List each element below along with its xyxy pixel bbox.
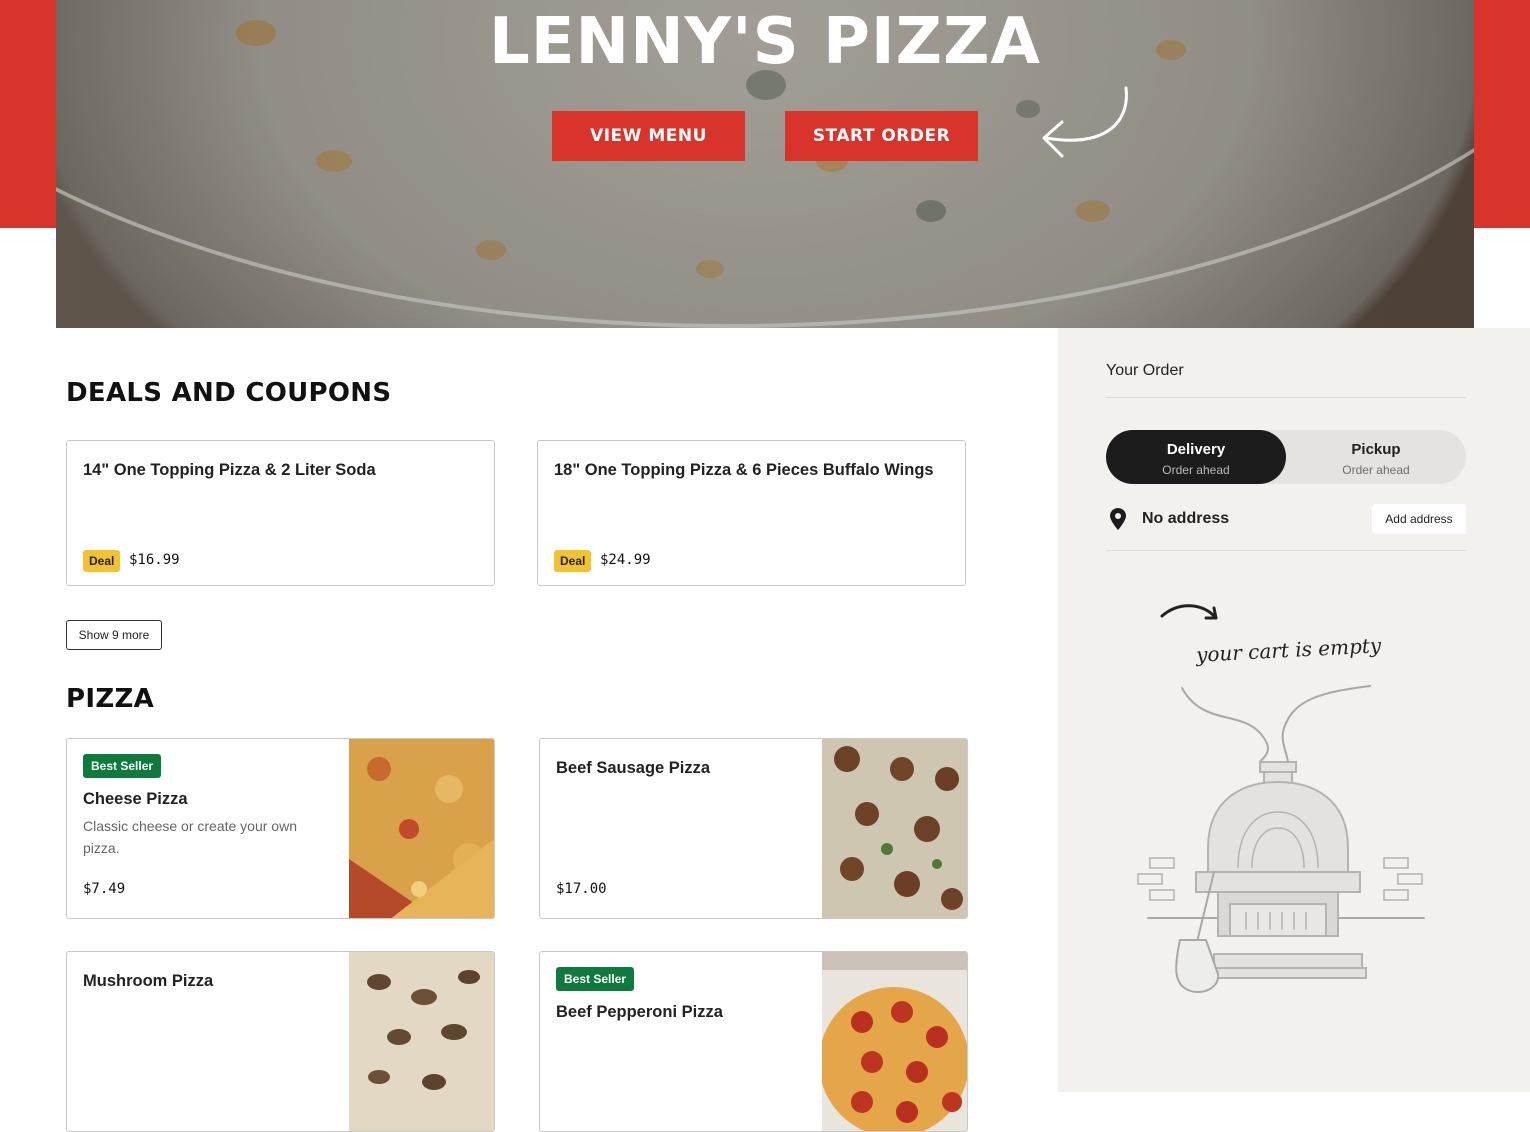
beef-pepperoni-pizza-image — [822, 952, 967, 1131]
deal-price: $24.99 — [600, 552, 651, 568]
menu-item-card[interactable]: Beef Sausage Pizza $17.00 — [539, 738, 968, 919]
show-more-deals-button[interactable]: Show 9 more — [66, 620, 162, 650]
pickup-sublabel: Order ahead — [1342, 463, 1410, 477]
deal-card[interactable]: 18" One Topping Pizza & 6 Pieces Buffalo… — [537, 440, 966, 586]
deal-badge: Deal — [554, 550, 592, 572]
view-menu-button[interactable]: VIEW MENU — [552, 111, 745, 161]
restaurant-title: LENNY'S PIZZA — [489, 5, 1041, 79]
your-order-title: Your Order — [1106, 362, 1184, 379]
cheese-pizza-image — [349, 739, 494, 918]
item-name: Mushroom Pizza — [83, 972, 214, 990]
empty-cart-text: your cart is empty — [1195, 633, 1382, 667]
item-name: Beef Pepperoni Pizza — [556, 1003, 723, 1021]
divider — [1106, 550, 1466, 551]
divider — [1106, 397, 1466, 398]
best-seller-badge: Best Seller — [83, 754, 162, 778]
menu-item-card[interactable]: Mushroom Pizza — [66, 951, 495, 1132]
delivery-option[interactable]: Delivery Order ahead — [1106, 430, 1286, 484]
deals-heading: DEALS AND COUPONS — [66, 378, 392, 408]
beef-sausage-pizza-image — [822, 739, 967, 918]
pizza-heading: PIZZA — [66, 684, 155, 714]
deal-badge: Deal — [83, 550, 121, 572]
menu-item-card[interactable]: Best Seller Beef Pepperoni Pizza — [539, 951, 968, 1132]
hero-banner: LENNY'S PIZZA VIEW MENU START ORDER — [56, 0, 1474, 328]
add-address-button[interactable]: Add address — [1372, 504, 1466, 534]
delivery-label: Delivery — [1166, 441, 1226, 458]
best-seller-badge: Best Seller — [556, 967, 635, 991]
pickup-label: Pickup — [1351, 441, 1401, 458]
start-order-button[interactable]: START ORDER — [785, 111, 978, 161]
deal-price: $16.99 — [129, 552, 180, 568]
order-sidebar: Your Order Delivery Order ahead Pickup O… — [1058, 328, 1530, 1092]
item-description: Classic cheese or create your own pizza. — [83, 818, 297, 856]
deal-name: 18" One Topping Pizza & 6 Pieces Buffalo… — [554, 461, 934, 479]
item-price: $17.00 — [556, 881, 607, 897]
pickup-option[interactable]: Pickup Order ahead — [1286, 430, 1466, 484]
item-name: Cheese Pizza — [83, 790, 188, 808]
order-type-toggle: Delivery Order ahead Pickup Order ahead — [1106, 430, 1466, 484]
pizza-oven-illustration — [1137, 685, 1425, 993]
no-address-text: No address — [1142, 510, 1230, 527]
deal-card[interactable]: 14" One Topping Pizza & 2 Liter Soda Dea… — [66, 440, 495, 586]
menu-item-card[interactable]: Best Seller Cheese Pizza Classic cheese … — [66, 738, 495, 919]
curved-arrow-icon — [1042, 86, 1128, 158]
address-row: No address Add address — [1106, 504, 1466, 534]
mushroom-pizza-image — [349, 952, 494, 1131]
deal-name: 14" One Topping Pizza & 2 Liter Soda — [83, 461, 376, 479]
delivery-sublabel: Order ahead — [1162, 463, 1230, 477]
item-name: Beef Sausage Pizza — [556, 759, 711, 777]
hand-drawn-arrow-icon — [1160, 604, 1218, 620]
item-price: $7.49 — [83, 881, 126, 897]
location-pin-icon — [1110, 508, 1126, 530]
